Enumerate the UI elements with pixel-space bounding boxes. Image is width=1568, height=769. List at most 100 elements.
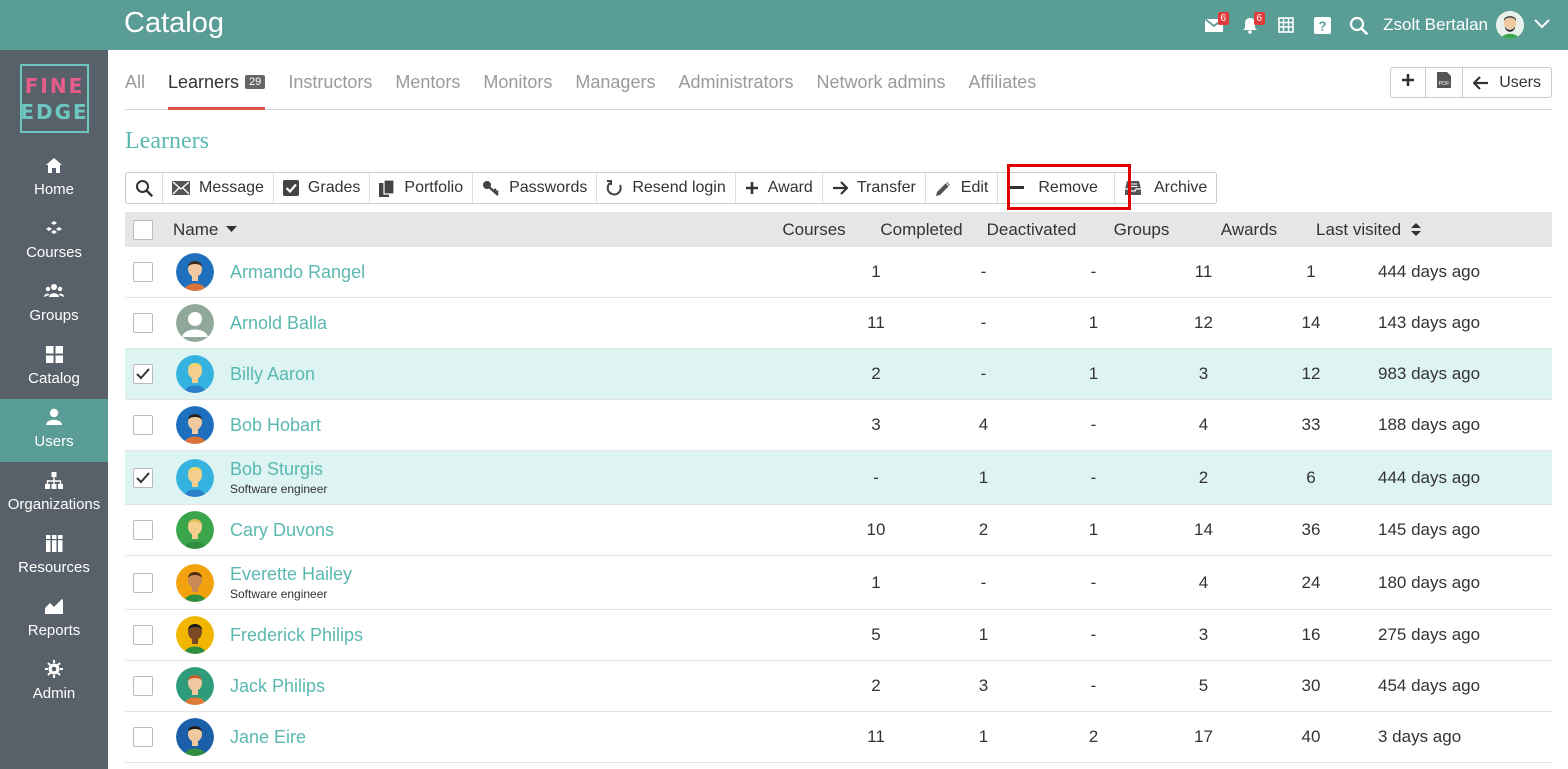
groups-cell: 14 [1194, 520, 1213, 539]
courses-cell: 1 [871, 572, 881, 592]
column-header-last-visited[interactable]: Last visited [1304, 220, 1474, 240]
sidebar-item-reports[interactable]: Reports [0, 588, 108, 651]
courses-cell: 2 [871, 364, 881, 383]
help-icon[interactable]: ? [1305, 8, 1339, 42]
learner-name-link[interactable]: Cary Duvons [230, 520, 873, 541]
tab-affiliates[interactable]: Affiliates [969, 62, 1037, 109]
completed-cell: - [980, 364, 987, 383]
tab-instructors[interactable]: Instructors [288, 62, 372, 109]
back-to-users-button[interactable]: Users [1463, 68, 1551, 97]
avatar [176, 616, 214, 654]
remove-button[interactable]: Remove [998, 173, 1115, 203]
last-visited-cell: 143 days ago [1378, 313, 1481, 332]
table-row[interactable]: Jack Philips 2 3 - 5 30 454 days ago [125, 661, 1552, 712]
table-row[interactable]: Bob Sturgis Software engineer - 1 - 2 6 … [125, 451, 1552, 505]
tab-network-admins[interactable]: Network admins [816, 62, 945, 109]
row-checkbox[interactable] [133, 520, 153, 540]
courses-cell: 11 [867, 313, 885, 332]
column-header-courses[interactable]: Courses [759, 220, 869, 240]
sidebar-item-courses[interactable]: Courses [0, 210, 108, 273]
learner-name-link[interactable]: Everette Hailey [230, 564, 873, 585]
tab-mentors[interactable]: Mentors [395, 62, 460, 109]
sidebar-item-organizations[interactable]: Organizations [0, 462, 108, 525]
table-row[interactable]: Arnold Balla 11 - 1 12 14 143 days ago [125, 298, 1552, 349]
column-header-name[interactable]: Name [161, 220, 811, 240]
sidebar-item-resources[interactable]: Resources [0, 525, 108, 588]
sidebar-item-groups[interactable]: Groups [0, 273, 108, 336]
portfolio-button[interactable]: Portfolio [370, 173, 474, 203]
row-checkbox[interactable] [133, 262, 153, 282]
grades-button[interactable]: Grades [274, 173, 371, 203]
resend-login-button[interactable]: Resend login [597, 173, 736, 203]
pdf-icon: PDF [1436, 71, 1452, 94]
learner-name-link[interactable]: Jane Eire [230, 727, 873, 748]
row-checkbox[interactable] [133, 467, 153, 488]
deactivated-cell: 1 [1088, 364, 1099, 383]
sort-icon [1411, 223, 1422, 236]
table-row[interactable]: Frederick Philips 5 1 - 3 16 275 days ag… [125, 610, 1552, 661]
table-row[interactable]: Cary Duvons 10 2 1 14 36 145 days ago [125, 505, 1552, 556]
learner-name-link[interactable]: Jack Philips [230, 676, 873, 697]
row-checkbox[interactable] [133, 572, 153, 593]
logo[interactable]: FINE EDGE [20, 64, 89, 133]
courses-cell: 1 [871, 262, 881, 281]
user-name[interactable]: Zsolt Bertalan [1383, 15, 1488, 35]
mail-icon[interactable]: 6 [1197, 8, 1231, 42]
passwords-button[interactable]: Passwords [473, 173, 598, 203]
learners-count-badge: 29 [245, 75, 266, 89]
award-button[interactable]: Award [736, 173, 823, 203]
tab-learners[interactable]: Learners 29 [168, 62, 266, 110]
archive-button[interactable]: Archive [1115, 173, 1216, 203]
avatar [176, 355, 214, 393]
chevron-down-icon[interactable] [1534, 16, 1550, 34]
tab-all[interactable]: All [125, 62, 145, 109]
groups-cell: 5 [1198, 676, 1209, 695]
learner-name-link[interactable]: Bob Hobart [230, 415, 873, 436]
tab-administrators[interactable]: Administrators [678, 62, 793, 109]
search-icon[interactable] [1341, 8, 1375, 42]
tab-monitors[interactable]: Monitors [483, 62, 552, 109]
learner-name-link[interactable]: Frederick Philips [230, 625, 873, 646]
learner-name-link[interactable]: Bob Sturgis [230, 459, 873, 480]
column-header-awards[interactable]: Awards [1194, 220, 1304, 240]
select-all-checkbox[interactable] [133, 219, 153, 240]
table-row[interactable]: Bob Hobart 3 4 - 4 33 188 days ago [125, 400, 1552, 451]
column-header-deactivated[interactable]: Deactivated [974, 220, 1089, 240]
sidebar-item-catalog[interactable]: Catalog [0, 336, 108, 399]
column-header-groups[interactable]: Groups [1089, 220, 1194, 240]
section-title: Learners [125, 128, 209, 154]
table-row[interactable]: Everette Hailey Software engineer 1 - - … [125, 556, 1552, 610]
awards-cell: 1 [1306, 262, 1316, 281]
calendar-icon[interactable] [1269, 8, 1303, 42]
row-checkbox[interactable] [133, 727, 153, 747]
row-checkbox[interactable] [133, 625, 153, 645]
learner-name-link[interactable]: Armando Rangel [230, 262, 873, 283]
column-header-completed[interactable]: Completed [869, 220, 974, 240]
transfer-button[interactable]: Transfer [823, 173, 926, 203]
user-avatar[interactable] [1496, 11, 1524, 39]
export-pdf-button[interactable]: PDF [1426, 68, 1464, 97]
sidebar-item-admin[interactable]: Admin [0, 651, 108, 714]
row-checkbox[interactable] [133, 676, 153, 696]
learner-name-link[interactable]: Arnold Balla [230, 313, 873, 334]
sidebar-item-users[interactable]: Users [0, 399, 108, 462]
table-row[interactable]: Jane Eire 11 1 2 17 40 3 days ago [125, 712, 1552, 763]
learner-name-link[interactable]: Billy Aaron [230, 364, 873, 385]
sidebar-item-home[interactable]: Home [0, 147, 108, 210]
bell-icon[interactable]: 6 [1233, 8, 1267, 42]
table-row[interactable]: Armando Rangel 1 - - 11 1 444 days ago [125, 247, 1552, 298]
edit-button[interactable]: Edit [926, 173, 999, 203]
message-button[interactable]: Message [163, 173, 274, 203]
last-visited-cell: 275 days ago [1378, 625, 1481, 644]
tab-managers[interactable]: Managers [575, 62, 655, 109]
row-checkbox[interactable] [133, 313, 153, 333]
deactivated-cell: - [1090, 625, 1097, 644]
row-checkbox[interactable] [133, 415, 153, 435]
add-user-button[interactable] [1391, 68, 1427, 97]
avatar [176, 458, 214, 497]
search-button[interactable] [126, 173, 163, 203]
table-row[interactable]: Billy Aaron 2 - 1 3 12 983 days ago [125, 349, 1552, 400]
organizations-icon [44, 470, 64, 490]
row-checkbox[interactable] [133, 364, 153, 384]
search-icon [135, 179, 153, 197]
